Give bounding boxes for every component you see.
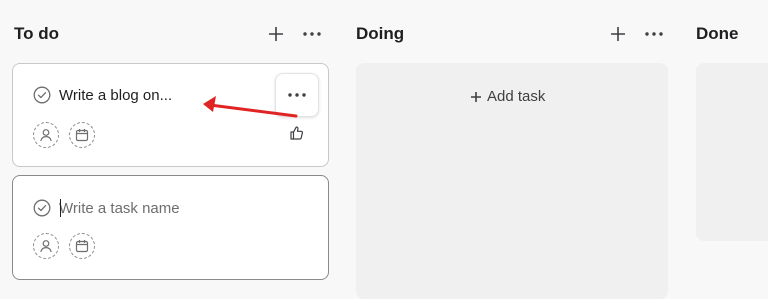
plus-icon [269, 27, 283, 41]
more-icon [303, 32, 321, 36]
column-header-doing: Doing [356, 22, 404, 46]
column-title: Done [696, 24, 739, 43]
text-caret [60, 199, 61, 217]
column-header-done: Done [696, 22, 739, 46]
more-icon [288, 93, 306, 97]
column-menu-button[interactable] [642, 22, 666, 46]
assignee-button[interactable] [33, 233, 59, 259]
column-header-todo: To do [14, 22, 59, 46]
plus-icon [471, 91, 481, 102]
check-circle-icon[interactable] [33, 86, 51, 104]
check-circle-icon[interactable] [33, 199, 51, 217]
column-body-done [696, 63, 768, 241]
person-icon [40, 240, 52, 253]
add-task-button[interactable] [606, 22, 630, 46]
column-menu-button[interactable] [300, 22, 324, 46]
column-title: To do [14, 24, 59, 43]
plus-icon [611, 27, 625, 41]
column-title: Doing [356, 24, 405, 43]
calendar-icon [75, 240, 89, 253]
calendar-icon [75, 129, 89, 142]
task-title[interactable]: Write a blog on... [59, 87, 172, 104]
person-icon [40, 129, 52, 142]
card-more-button[interactable] [275, 73, 319, 117]
assignee-button[interactable] [33, 122, 59, 148]
add-task-label[interactable]: Add task [487, 88, 545, 105]
thumbs-up-icon[interactable] [289, 125, 305, 141]
more-icon [645, 32, 663, 36]
new-task-card[interactable]: Write a task name [12, 175, 329, 280]
task-name-input[interactable]: Write a task name [59, 200, 180, 217]
add-task-link[interactable]: Add task [470, 88, 545, 105]
add-task-button[interactable] [264, 22, 288, 46]
due-date-button[interactable] [69, 122, 95, 148]
due-date-button[interactable] [69, 233, 95, 259]
board: To do Doing Done Write a blog on... Writ… [0, 0, 768, 299]
